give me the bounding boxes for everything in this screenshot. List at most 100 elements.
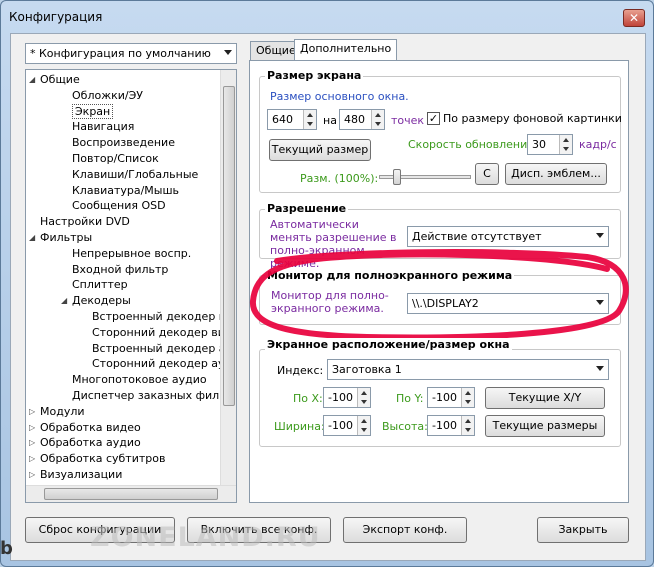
current-size-button[interactable]: Текущий размер [269, 139, 371, 161]
y-value: -100 [432, 391, 457, 404]
spinner-arrows-icon[interactable] [559, 135, 572, 154]
tree-item[interactable]: Навигация [72, 119, 134, 134]
collapse-icon[interactable]: ◢ [29, 233, 35, 242]
collapse-icon[interactable]: ◢ [61, 296, 67, 305]
tree-item-label: Диспетчер заказных фильтро [72, 389, 237, 402]
width-spinner[interactable]: 640 [267, 109, 317, 130]
refresh-rate-label: Скорость обновления: [408, 138, 538, 151]
tree-item[interactable]: Входной фильтр [72, 262, 168, 277]
tree-item[interactable]: Клавиатура/Мышь [72, 183, 179, 198]
tree-item[interactable]: Клавиши/Глобальные [72, 167, 198, 182]
tree-item[interactable]: Декодеры [72, 293, 131, 308]
collapse-icon[interactable]: ◢ [29, 75, 35, 84]
tree-item-label: Визуализации [40, 468, 123, 481]
index-label: Индекс: [277, 364, 324, 377]
points-label: точек [391, 114, 425, 127]
spinner-arrows-icon[interactable] [461, 388, 474, 407]
scroll-thumb[interactable] [44, 488, 218, 500]
tree-item[interactable]: Обработка видео [40, 420, 141, 435]
tree-vertical-scrollbar[interactable] [220, 70, 236, 486]
profile-select[interactable]: * Конфигурация по умолчанию [25, 43, 237, 64]
index-select[interactable]: Заготовка 1 [327, 359, 609, 380]
tree-item-label: Повтор/Список [72, 152, 159, 165]
tree-item[interactable]: Сообщения OSD [72, 198, 166, 213]
tree-item-label: Клавиши/Глобальные [72, 167, 199, 181]
height-spinner[interactable]: 480 [339, 109, 385, 130]
tree-item[interactable]: Визуализации [40, 467, 122, 482]
tree-item-label: Модули [40, 404, 85, 418]
fullscreen-monitor-select[interactable]: \\.\DISPLAY2 [407, 293, 609, 314]
tree-item-label: Сторонний декодер ауди [92, 357, 237, 371]
tree-item-label: Обработка видео [40, 420, 141, 434]
height-value: 480 [344, 113, 365, 126]
tree-item-label: Встроенный декодер ауди [92, 341, 237, 355]
tree-item[interactable]: Настройки DVD [40, 214, 130, 229]
tree-item[interactable]: Сторонний декодер виде [92, 325, 236, 340]
spinner-arrows-icon[interactable] [303, 110, 316, 129]
current-xy-button[interactable]: Текущие X/Y [485, 387, 605, 409]
tree-item[interactable]: Общие [40, 72, 80, 87]
tree-item[interactable]: Многопотоковое аудио [72, 372, 207, 387]
scroll-thumb[interactable] [223, 86, 235, 406]
scale-slider-thumb[interactable] [393, 169, 401, 185]
tree-item-label: Встроенный декодер виде [92, 310, 237, 323]
height-label: Высота: [382, 420, 428, 433]
resolution-action-select[interactable]: Действие отсутствует [407, 226, 609, 247]
tree-item[interactable]: Обработка субтитров [40, 451, 165, 466]
scale-label: Разм. (100%): [300, 172, 379, 185]
pos-width-spinner[interactable]: -100 [323, 415, 371, 436]
x-label: По X: [293, 392, 323, 405]
tree-item[interactable]: Сплиттер [72, 277, 128, 292]
tree-item[interactable]: Встроенный декодер ауди [92, 341, 237, 356]
resolution-action-value: Действие отсутствует [412, 230, 542, 243]
spinner-arrows-icon[interactable] [461, 416, 474, 435]
x-spinner[interactable]: -100 [323, 387, 371, 408]
expand-icon[interactable]: ▷ [29, 470, 35, 479]
expand-icon[interactable]: ▷ [29, 454, 35, 463]
width-value: 640 [272, 113, 293, 126]
tree-item[interactable]: Модули [40, 404, 85, 419]
tree-item[interactable]: Сторонний декодер ауди [92, 356, 237, 371]
spinner-arrows-icon[interactable] [371, 110, 384, 129]
tree-item-label: Обложки/ЭУ [72, 88, 143, 102]
auto-change-resolution-label: Автоматически менять разрешение в полно-… [270, 218, 397, 270]
tree-item-label: Декодеры [72, 294, 131, 308]
refresh-rate-spinner[interactable]: 30 [527, 134, 573, 155]
tree-item[interactable]: Воспроизведение [72, 135, 175, 150]
chevron-down-icon [596, 233, 604, 238]
tab-advanced[interactable]: Дополнительно [294, 39, 398, 61]
tree-item[interactable]: Встроенный декодер виде [92, 309, 237, 324]
y-spinner[interactable]: -100 [427, 387, 475, 408]
chevron-down-icon [224, 50, 232, 55]
spinner-arrows-icon[interactable] [357, 416, 370, 435]
tree-item[interactable]: Экран [72, 103, 114, 119]
close-window-button[interactable]: ✕ [623, 9, 645, 27]
watermark: ZONELAND.RU [90, 522, 321, 553]
background-text: b [0, 538, 13, 559]
tree-item[interactable]: Обложки/ЭУ [72, 88, 143, 103]
tree-item[interactable]: Обработка аудио [40, 435, 141, 450]
tree-horizontal-scrollbar[interactable] [26, 485, 236, 502]
close-button[interactable]: Закрыть [537, 517, 629, 543]
fit-bg-checkbox[interactable]: ✓ [427, 112, 440, 125]
tree-item[interactable]: Диспетчер заказных фильтро [72, 388, 237, 403]
tree-item-label: Обработка субтитров [40, 452, 166, 466]
pos-height-spinner[interactable]: -100 [427, 415, 475, 436]
x-value: -100 [328, 391, 353, 404]
display-emblem-button[interactable]: Дисп. эмблем... [505, 163, 607, 185]
tree-item[interactable]: Повтор/Список [72, 151, 159, 166]
screen-size-title: Размер экрана [265, 69, 364, 82]
expand-icon[interactable]: ▷ [29, 423, 35, 432]
c-button[interactable]: C [475, 163, 499, 185]
tree-item[interactable]: Непрерывное воспр. [72, 246, 191, 261]
expand-icon[interactable]: ▷ [29, 438, 35, 447]
export-config-button[interactable]: Экспорт конф. [343, 517, 467, 543]
tree-item[interactable]: Фильтры [40, 230, 92, 245]
current-sizes-button[interactable]: Текущие размеры [485, 415, 605, 437]
spinner-arrows-icon[interactable] [357, 388, 370, 407]
y-label: По Y: [396, 392, 424, 405]
tree-item-label: Сплиттер [72, 278, 128, 292]
expand-icon[interactable]: ▷ [29, 407, 35, 416]
settings-tree[interactable]: Общие ◢ Обложки/ЭУ Экран Навигация Воспроизве… [25, 69, 237, 503]
profile-select-value: * Конфигурация по умолчанию [30, 47, 211, 60]
